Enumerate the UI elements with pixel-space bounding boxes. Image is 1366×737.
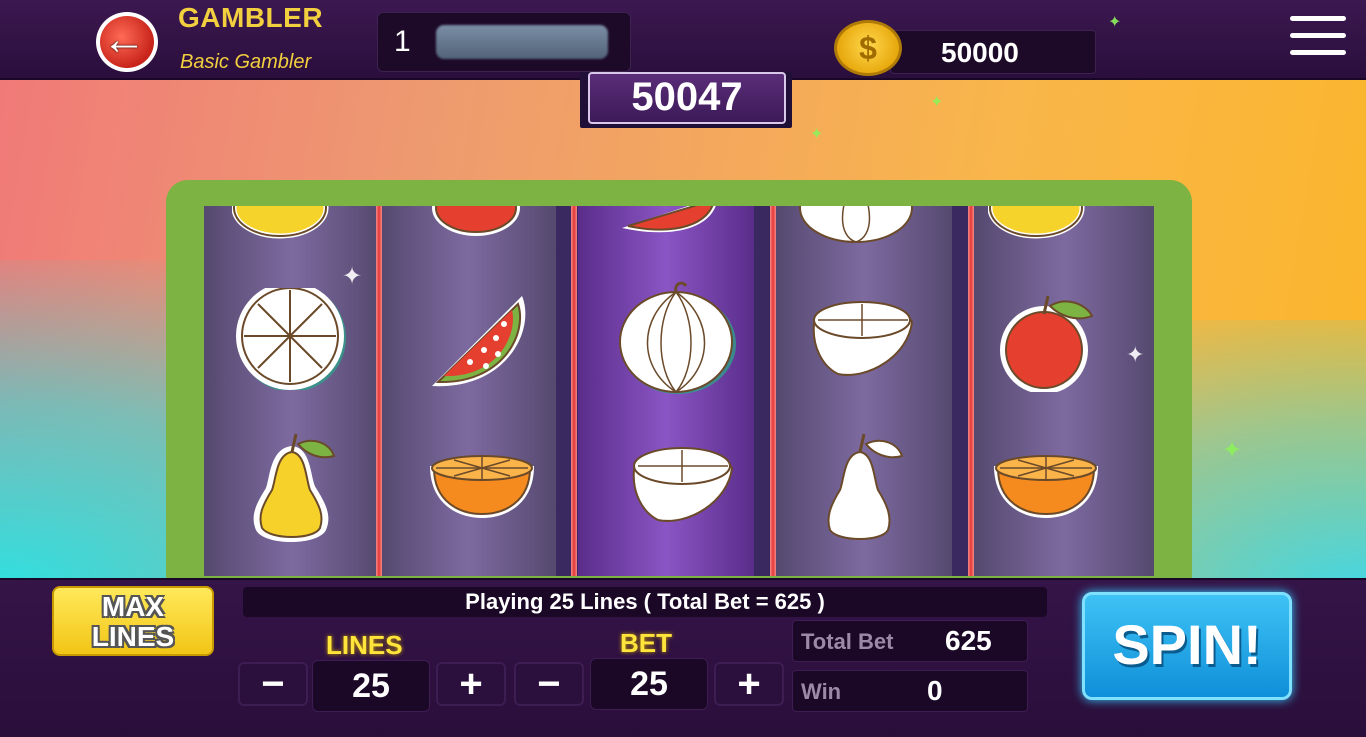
- watermelon-icon: [622, 206, 716, 233]
- win-display: Win 0: [792, 670, 1028, 712]
- jackpot-value: 50047: [631, 75, 743, 119]
- top-bar: ← GAMBLER Basic Gambler 1 50000 $: [0, 0, 1366, 80]
- total-bet-value: 625: [945, 625, 992, 656]
- jackpot-display: 50047: [580, 72, 792, 128]
- back-arrow-icon: ←: [102, 15, 146, 64]
- player-rank: Basic Gambler: [180, 51, 312, 73]
- sparkle-icon: ✦: [342, 263, 363, 290]
- reel-divider: [770, 206, 776, 576]
- max-lines-button[interactable]: MAX LINES: [52, 586, 214, 656]
- coin-balance: 50000: [890, 30, 1096, 74]
- coin-balance-value: 50000: [941, 37, 1019, 68]
- status-message: Playing 25 Lines ( Total Bet = 625 ): [243, 587, 1047, 617]
- xp-progress-bar: [436, 25, 608, 59]
- level-number: 1: [394, 25, 411, 58]
- app-title: GAMBLER: [178, 2, 324, 33]
- sparkle-icon: ✦: [930, 94, 944, 111]
- lemon-half-white-icon: [812, 301, 914, 376]
- back-button[interactable]: ←: [94, 4, 164, 74]
- orange-slice-white-icon: [236, 288, 346, 390]
- bet-decrease-button[interactable]: −: [514, 662, 584, 706]
- lines-value: 25: [312, 660, 430, 712]
- lines-increase-button[interactable]: +: [436, 662, 506, 706]
- apple-icon: [1000, 295, 1094, 392]
- sparkle-icon: ✦: [1126, 342, 1145, 367]
- reel-divider: [376, 206, 382, 576]
- pear-icon: [253, 433, 336, 542]
- coin-icon[interactable]: $: [834, 20, 902, 76]
- reel-divider: [968, 206, 974, 576]
- lines-label: LINES: [326, 630, 403, 660]
- melon-white-icon: [619, 281, 736, 394]
- sparkle-icon: ✦: [1108, 14, 1122, 31]
- lemon-icon: [988, 206, 1085, 239]
- win-value: 0: [927, 675, 943, 706]
- watermelon-icon: [432, 296, 526, 387]
- lines-decrease-button[interactable]: −: [238, 662, 308, 706]
- total-bet-label: Total Bet: [801, 629, 894, 654]
- win-label: Win: [801, 679, 842, 704]
- orange-half-icon: [430, 455, 534, 518]
- hamburger-menu-icon[interactable]: [1290, 16, 1346, 62]
- total-bet-display: Total Bet 625: [792, 620, 1028, 662]
- pear-white-icon: [827, 433, 904, 540]
- lemon-half-white-icon: [632, 447, 734, 522]
- sparkle-icon: ✦: [1222, 437, 1243, 464]
- orange-half-icon: [994, 455, 1098, 518]
- melon-white-icon: [799, 206, 913, 243]
- apple-icon: [432, 206, 520, 236]
- reel-divider: [571, 206, 577, 576]
- level-display: 1: [377, 12, 631, 72]
- bet-label: BET: [620, 628, 672, 658]
- lemon-icon: [232, 206, 329, 239]
- sparkle-icon: ✦: [810, 126, 824, 143]
- bet-value: 25: [590, 658, 708, 710]
- bet-increase-button[interactable]: +: [714, 662, 784, 706]
- spin-button[interactable]: SPIN!: [1082, 592, 1292, 700]
